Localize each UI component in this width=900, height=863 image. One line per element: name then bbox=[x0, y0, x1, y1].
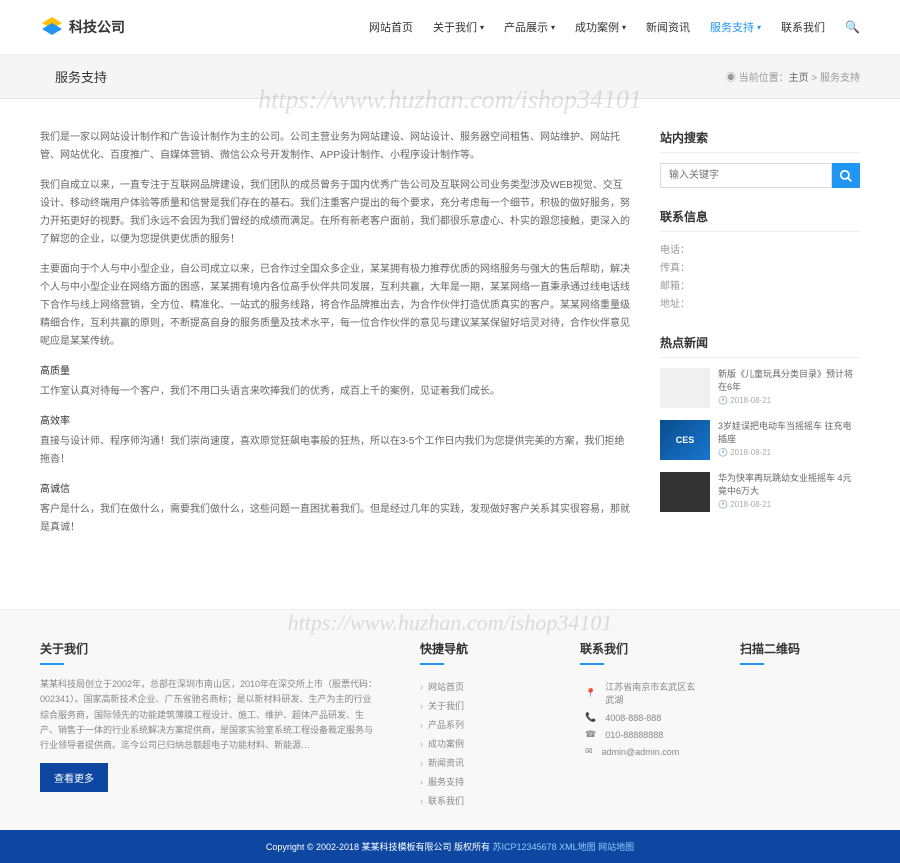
footer-contact-item: 010-88888888 bbox=[580, 726, 700, 743]
footer-title: 快捷导航 bbox=[420, 640, 540, 657]
footer-qr: 扫描二维码 bbox=[740, 640, 860, 810]
nav-service[interactable]: 服务支持▾ bbox=[710, 19, 761, 35]
mail-icon bbox=[585, 746, 597, 757]
paragraph: 我们自成立以来，一直专注于互联网品牌建设，我们团队的成员曾务于国内优秀广告公司及… bbox=[40, 177, 630, 249]
sidebar-title: 热点新闻 bbox=[660, 334, 860, 358]
location-icon bbox=[585, 688, 600, 699]
chevron-down-icon: ▾ bbox=[551, 23, 555, 32]
footer: 关于我们 某某科技局创立于2002年，总部在深圳市南山区，2010年在深交所上市… bbox=[0, 609, 900, 830]
tel-icon bbox=[585, 729, 600, 740]
footer-about: 关于我们 某某科技局创立于2002年，总部在深圳市南山区，2010年在深交所上市… bbox=[40, 640, 380, 810]
sidebar-title: 站内搜索 bbox=[660, 129, 860, 153]
paragraph: 工作室认真对待每一个客户，我们不用口头语言来吹捧我们的优秀，成百上千的案例，见证… bbox=[40, 383, 630, 401]
breadcrumb-bar: 服务支持 ◉ 当前位置：主页 > 服务支持 bbox=[0, 55, 900, 99]
sub-heading: 高诚信 bbox=[40, 481, 630, 499]
footer-title: 联系我们 bbox=[580, 640, 700, 657]
underline bbox=[40, 663, 64, 665]
main-content: 我们是一家以网站设计制作和广告设计制作为主的公司。公司主营业务为网站建设、网站设… bbox=[0, 99, 900, 579]
paragraph: 直接与设计师、程序师沟通！我们崇尚速度，喜欢原觉狂飙电事般的狂热，所以在3-5个… bbox=[40, 433, 630, 469]
contact-row: 电话： bbox=[660, 242, 860, 260]
footer-contact: 联系我们 江苏省南京市玄武区玄武湖 4008-888-888 010-88888… bbox=[580, 640, 700, 810]
footer-contact-item: 4008-888-888 bbox=[580, 709, 700, 726]
chevron-down-icon: ▾ bbox=[480, 23, 484, 32]
icp-link[interactable]: 苏ICP12345678 bbox=[493, 842, 557, 852]
sidebar-news: 热点新闻 新版《儿童玩具分类目录》预计将在6年 🕐 2018-08-21 CES … bbox=[660, 334, 860, 512]
news-title: 3岁娃误把电动车当摇摇车 往充电插座 bbox=[718, 420, 860, 445]
more-button[interactable]: 查看更多 bbox=[40, 763, 108, 792]
contact-row: 传真： bbox=[660, 260, 860, 278]
sidebar-search: 站内搜索 bbox=[660, 129, 860, 188]
search-icon[interactable]: 🔍 bbox=[845, 20, 860, 34]
logo-icon bbox=[40, 15, 64, 39]
sub-heading: 高质量 bbox=[40, 363, 630, 381]
chevron-down-icon: ▾ bbox=[622, 23, 626, 32]
footer-link[interactable]: 产品系列 bbox=[420, 715, 540, 734]
footer-contact-item: admin@admin.com bbox=[580, 743, 700, 760]
footer-title: 扫描二维码 bbox=[740, 640, 860, 657]
underline bbox=[740, 663, 764, 665]
breadcrumb: ◉ 当前位置：主页 > 服务支持 bbox=[726, 69, 860, 84]
search-input[interactable] bbox=[660, 163, 832, 188]
breadcrumb-home[interactable]: 主页 bbox=[789, 73, 809, 84]
sidebar: 站内搜索 联系信息 电话： 传真： 邮箱： 地址： 热点新闻 新版《儿童玩具分类… bbox=[660, 129, 860, 549]
nav-home[interactable]: 网站首页 bbox=[369, 19, 413, 35]
news-date: 🕐 2018-08-21 bbox=[718, 448, 860, 457]
nav-cases[interactable]: 成功案例▾ bbox=[575, 19, 626, 35]
news-title: 华为快率再玩跳幼女业摇摇车 4元竟中6万大 bbox=[718, 472, 860, 497]
footer-link[interactable]: 联系我们 bbox=[420, 791, 540, 810]
news-item[interactable]: CES 3岁娃误把电动车当摇摇车 往充电插座 🕐 2018-08-21 bbox=[660, 420, 860, 460]
xml-link[interactable]: XML地图 bbox=[559, 842, 596, 852]
logo[interactable]: 科技公司 bbox=[40, 15, 125, 39]
sitemap-link[interactable]: 网站地图 bbox=[598, 842, 634, 852]
nav-contact[interactable]: 联系我们 bbox=[781, 19, 825, 35]
news-title: 新版《儿童玩具分类目录》预计将在6年 bbox=[718, 368, 860, 393]
footer-nav: 快捷导航 网站首页 关于我们 产品系列 成功案例 新闻资讯 服务支持 联系我们 bbox=[420, 640, 540, 810]
underline bbox=[580, 663, 604, 665]
footer-contact-item: 江苏省南京市玄武区玄武湖 bbox=[580, 677, 700, 709]
chevron-down-icon: ▾ bbox=[757, 23, 761, 32]
news-item[interactable]: 华为快率再玩跳幼女业摇摇车 4元竟中6万大 🕐 2018-08-21 bbox=[660, 472, 860, 512]
news-date: 🕐 2018-08-21 bbox=[718, 500, 860, 509]
search-button[interactable] bbox=[832, 163, 860, 188]
contact-row: 邮箱： bbox=[660, 278, 860, 296]
location-icon: ◉ bbox=[726, 73, 739, 84]
sidebar-title: 联系信息 bbox=[660, 208, 860, 232]
news-thumbnail bbox=[660, 368, 710, 408]
main-nav: 网站首页 关于我们▾ 产品展示▾ 成功案例▾ 新闻资讯 服务支持▾ 联系我们 🔍 bbox=[369, 19, 860, 35]
sub-heading: 高效率 bbox=[40, 413, 630, 431]
nav-about[interactable]: 关于我们▾ bbox=[433, 19, 484, 35]
news-thumbnail: CES bbox=[660, 420, 710, 460]
footer-link[interactable]: 关于我们 bbox=[420, 696, 540, 715]
footer-link[interactable]: 新闻资讯 bbox=[420, 753, 540, 772]
paragraph: 主要面向于个人与中小型企业，自公司成立以来，已合作过全国众多企业，某某拥有极力推… bbox=[40, 261, 630, 351]
footer-link[interactable]: 网站首页 bbox=[420, 677, 540, 696]
article-content: 我们是一家以网站设计制作和广告设计制作为主的公司。公司主营业务为网站建设、网站设… bbox=[40, 129, 630, 549]
page-title: 服务支持 bbox=[40, 67, 107, 86]
news-item[interactable]: 新版《儿童玩具分类目录》预计将在6年 🕐 2018-08-21 bbox=[660, 368, 860, 408]
footer-title: 关于我们 bbox=[40, 640, 380, 657]
header: 科技公司 网站首页 关于我们▾ 产品展示▾ 成功案例▾ 新闻资讯 服务支持▾ 联… bbox=[0, 0, 900, 55]
news-date: 🕐 2018-08-21 bbox=[718, 396, 860, 405]
nav-news[interactable]: 新闻资讯 bbox=[646, 19, 690, 35]
nav-products[interactable]: 产品展示▾ bbox=[504, 19, 555, 35]
sidebar-contact: 联系信息 电话： 传真： 邮箱： 地址： bbox=[660, 208, 860, 314]
news-thumbnail bbox=[660, 472, 710, 512]
underline bbox=[420, 663, 444, 665]
footer-link[interactable]: 服务支持 bbox=[420, 772, 540, 791]
paragraph: 客户是什么，我们在做什么，需要我们做什么，这些问题一直困扰着我们。但是经过几年的… bbox=[40, 501, 630, 537]
paragraph: 我们是一家以网站设计制作和广告设计制作为主的公司。公司主营业务为网站建设、网站设… bbox=[40, 129, 630, 165]
footer-text: 某某科技局创立于2002年，总部在深圳市南山区，2010年在深交所上市（股票代码… bbox=[40, 677, 380, 753]
search-icon bbox=[839, 169, 853, 183]
logo-text: 科技公司 bbox=[69, 17, 125, 37]
copyright-bar: Copyright © 2002-2018 某某科技模板有限公司 版权所有 苏I… bbox=[0, 830, 900, 863]
footer-link[interactable]: 成功案例 bbox=[420, 734, 540, 753]
phone-icon bbox=[585, 712, 600, 723]
contact-row: 地址： bbox=[660, 296, 860, 314]
